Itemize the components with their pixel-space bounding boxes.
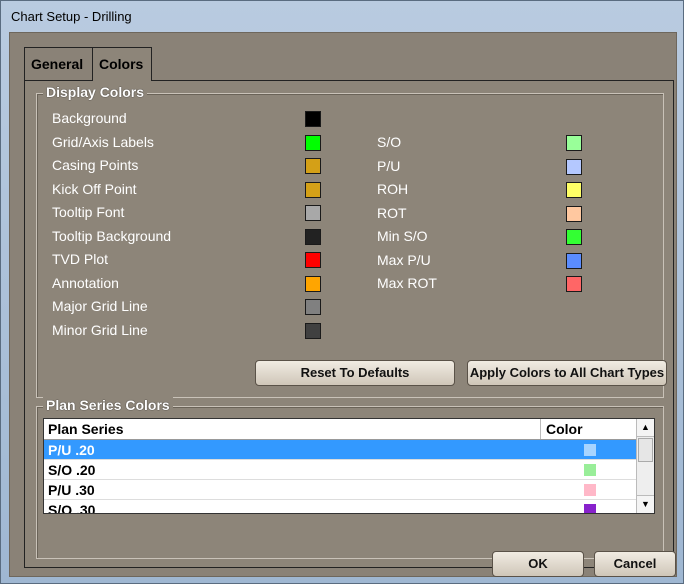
- display-color-label: Kick Off Point: [52, 180, 137, 197]
- display-color-label: Background: [52, 110, 127, 126]
- display-color-label: Annotation: [52, 274, 119, 291]
- column-divider: [540, 419, 541, 439]
- tab-general[interactable]: General: [24, 47, 94, 80]
- color-swatch[interactable]: [566, 182, 582, 198]
- display-color-label: Max P/U: [377, 251, 431, 268]
- plan-series-table[interactable]: Plan Series Color P/U .20 S/O .20 P/U .30 S…: [43, 418, 655, 514]
- display-color-label: P/U: [377, 157, 401, 174]
- dialog-client-area: General Colors Display Colors Background…: [9, 32, 677, 577]
- series-color-swatch[interactable]: [584, 484, 596, 496]
- color-swatch[interactable]: [305, 181, 321, 198]
- series-color-swatch[interactable]: [584, 504, 596, 513]
- display-color-label: Tooltip Background: [52, 227, 172, 244]
- scroll-up-arrow-icon[interactable]: ▲: [637, 419, 654, 437]
- scroll-down-arrow-icon[interactable]: ▼: [637, 495, 654, 513]
- plan-series-colors-legend: Plan Series Colors: [43, 397, 173, 413]
- display-color-label: Max ROT: [377, 275, 437, 291]
- display-color-label: Major Grid Line: [52, 298, 148, 314]
- tab-colors[interactable]: Colors: [92, 47, 152, 81]
- color-swatch[interactable]: [305, 252, 321, 268]
- title-bar[interactable]: Chart Setup - Drilling: [1, 1, 683, 33]
- column-header-color[interactable]: Color: [546, 421, 636, 437]
- color-swatch[interactable]: [566, 252, 582, 269]
- display-color-label: Minor Grid Line: [52, 321, 148, 338]
- plan-series-name: P/U .20: [48, 442, 95, 458]
- color-swatch[interactable]: [305, 228, 321, 245]
- color-swatch[interactable]: [305, 111, 321, 127]
- cancel-button[interactable]: Cancel: [594, 551, 676, 577]
- display-colors-legend: Display Colors: [43, 84, 148, 100]
- plan-series-name: S/O .30: [48, 502, 96, 514]
- window-title: Chart Setup - Drilling: [11, 9, 132, 24]
- plan-series-name: P/U .30: [48, 482, 95, 498]
- chart-setup-dialog: Chart Setup - Drilling General Colors Di…: [0, 0, 684, 584]
- table-header: Plan Series Color: [44, 419, 638, 440]
- display-color-label: S/O: [377, 134, 402, 150]
- color-swatch[interactable]: [566, 135, 582, 151]
- series-color-swatch[interactable]: [584, 464, 596, 476]
- vertical-scrollbar[interactable]: ▲ ▼: [636, 419, 654, 513]
- column-header-plan-series[interactable]: Plan Series: [48, 421, 124, 437]
- color-swatch[interactable]: [305, 275, 321, 292]
- color-swatch[interactable]: [305, 299, 321, 315]
- plan-series-colors-group: Plan Series Colors Plan Series Color P/U…: [36, 397, 664, 559]
- table-row[interactable]: P/U .20: [44, 440, 638, 460]
- scroll-thumb[interactable]: [638, 438, 653, 462]
- table-row[interactable]: S/O .20: [44, 460, 638, 480]
- color-swatch[interactable]: [305, 205, 321, 221]
- color-swatch[interactable]: [305, 134, 321, 151]
- color-swatch[interactable]: [305, 322, 321, 339]
- color-swatch[interactable]: [566, 229, 582, 245]
- display-color-label: Casing Points: [52, 157, 139, 173]
- display-color-label: ROH: [377, 181, 409, 197]
- color-swatch[interactable]: [566, 276, 582, 292]
- display-color-label: TVD Plot: [52, 251, 109, 267]
- display-color-label: Tooltip Font: [52, 204, 125, 220]
- color-swatch[interactable]: [305, 158, 321, 174]
- display-colors-group: Display Colors Background Grid/Axis Label…: [36, 84, 667, 398]
- table-row[interactable]: P/U .30: [44, 480, 638, 500]
- plan-series-name: S/O .20: [48, 462, 96, 478]
- apply-colors-all-charts-button[interactable]: Apply Colors to All Chart Types: [467, 360, 667, 386]
- color-swatch[interactable]: [566, 205, 582, 222]
- ok-button[interactable]: OK: [492, 551, 584, 577]
- colors-tab-panel: Display Colors Background Grid/Axis Label…: [24, 80, 674, 568]
- display-color-label: ROT: [377, 204, 407, 221]
- table-row[interactable]: S/O .30: [44, 500, 638, 514]
- reset-to-defaults-button[interactable]: Reset To Defaults: [255, 360, 455, 386]
- display-color-label: Min S/O: [377, 228, 428, 244]
- color-swatch[interactable]: [566, 158, 582, 175]
- display-color-label: Grid/Axis Labels: [52, 133, 154, 150]
- series-color-swatch[interactable]: [584, 444, 596, 456]
